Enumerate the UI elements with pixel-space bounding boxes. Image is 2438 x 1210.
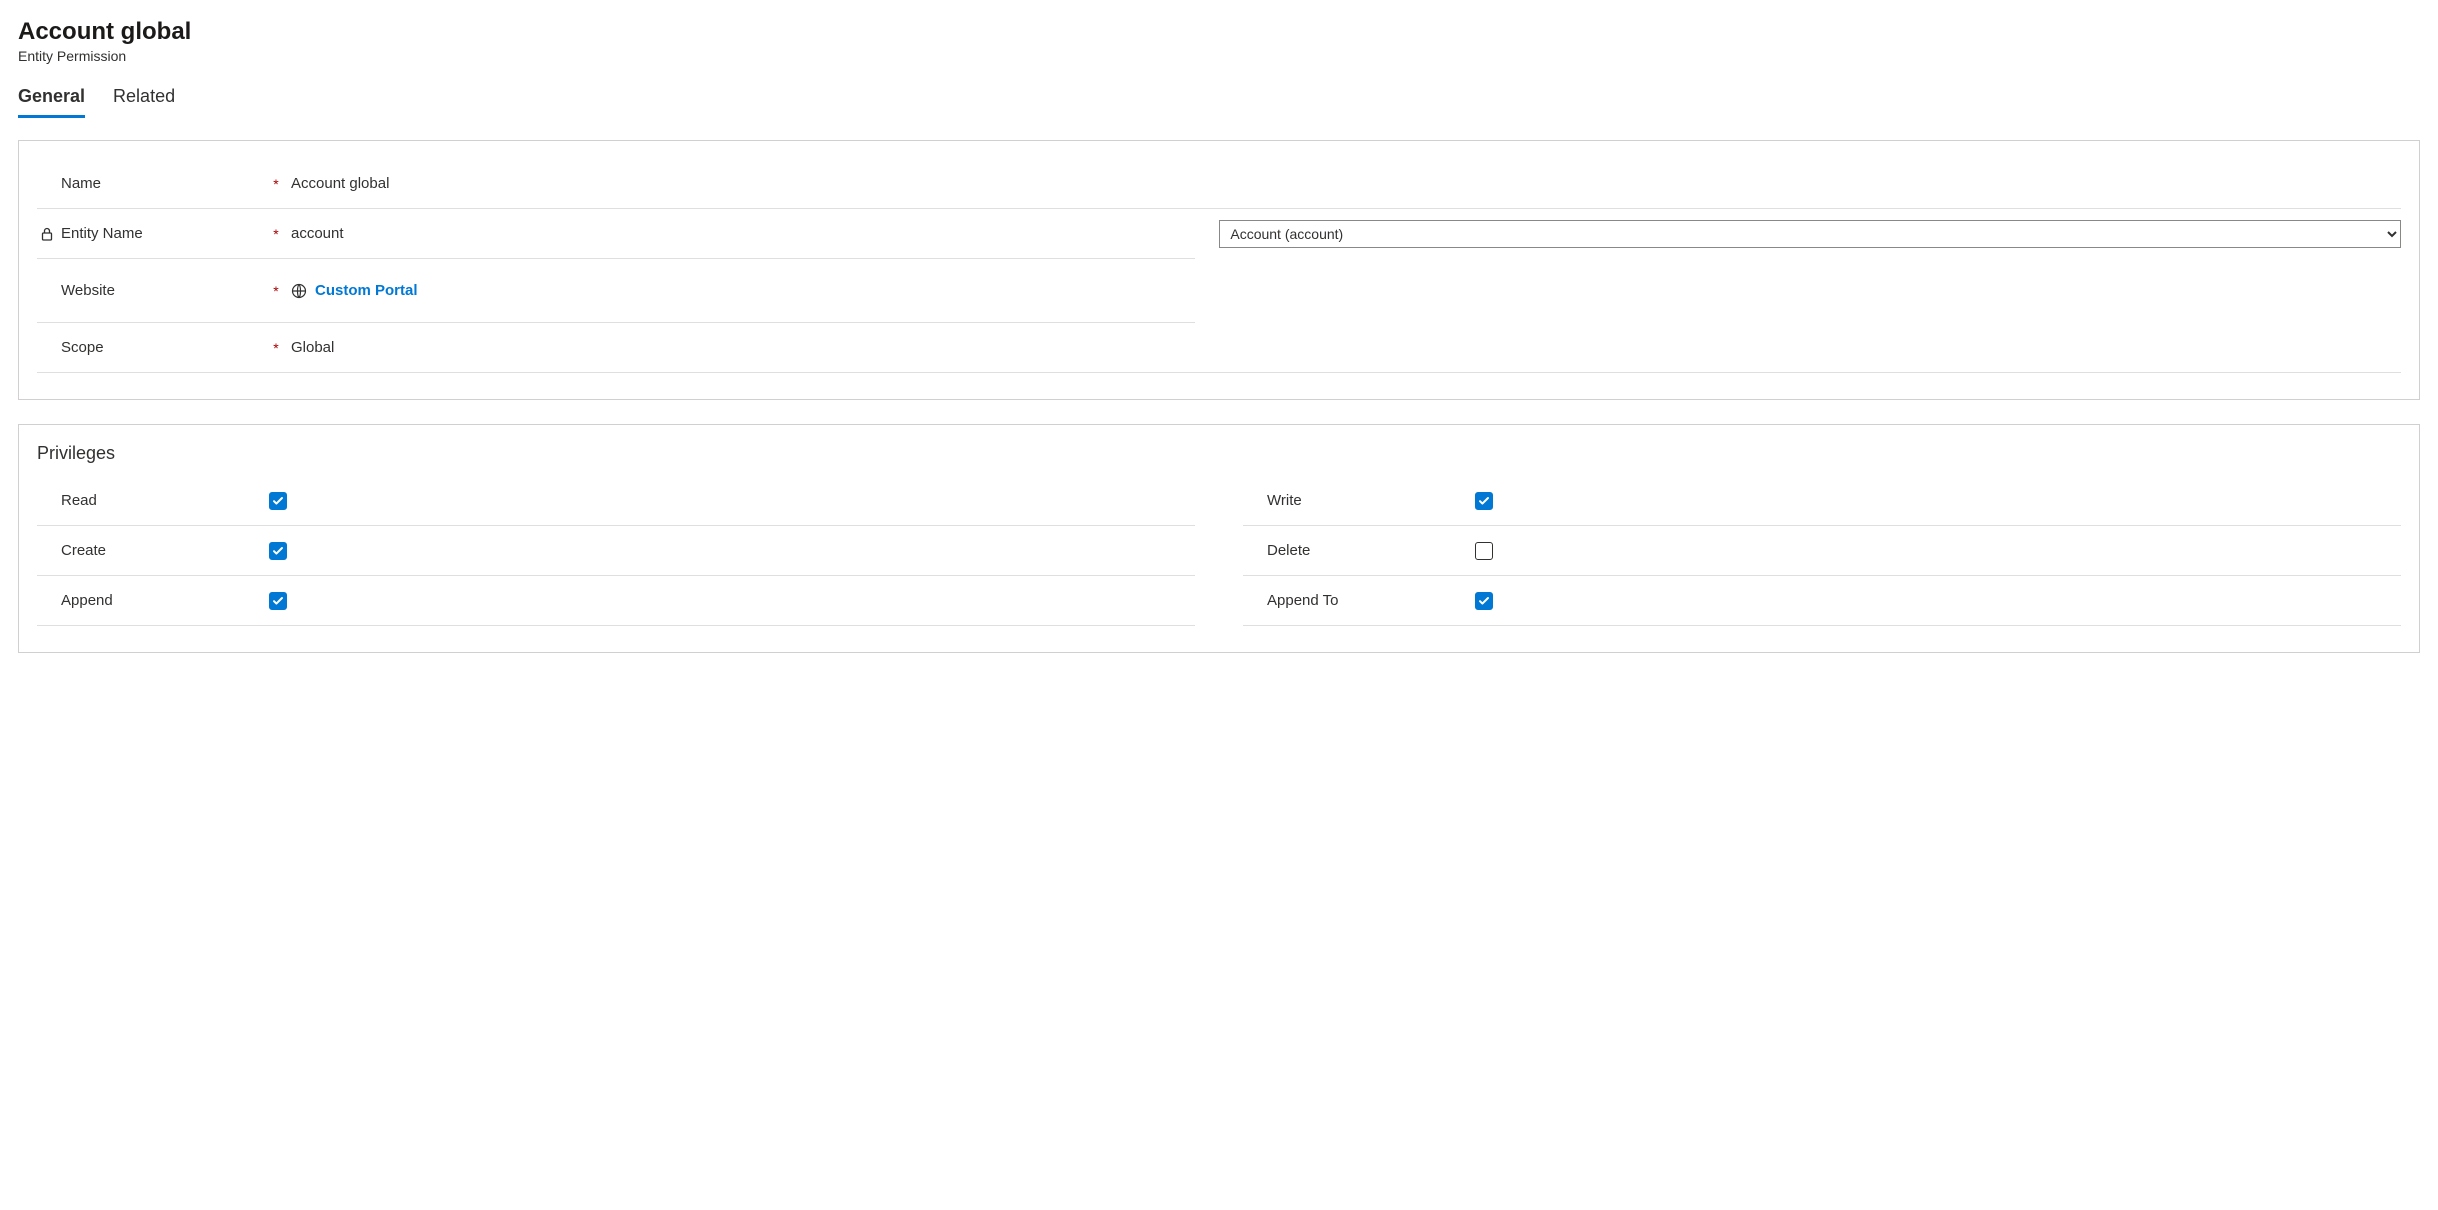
- tab-bar: General Related: [18, 82, 2420, 118]
- label-create: Create: [37, 542, 269, 559]
- page-title: Account global: [18, 18, 2420, 46]
- checkbox-read[interactable]: [269, 492, 287, 510]
- required-indicator: *: [269, 283, 283, 299]
- field-row-website: Website * Custom Portal: [37, 259, 1195, 323]
- label-scope: Scope: [61, 339, 104, 356]
- field-row-entity-name: Entity Name * account: [37, 209, 1195, 259]
- privilege-row-delete: Delete: [1243, 526, 2401, 576]
- value-name[interactable]: Account global: [291, 175, 1195, 192]
- privilege-row-append: Append: [37, 576, 1195, 626]
- lock-icon: [39, 226, 55, 242]
- tab-general[interactable]: General: [18, 82, 85, 118]
- checkbox-append[interactable]: [269, 592, 287, 610]
- globe-icon: [291, 283, 307, 299]
- privilege-row-create: Create: [37, 526, 1195, 576]
- checkbox-delete[interactable]: [1475, 542, 1493, 560]
- entity-type-label: Entity Permission: [18, 48, 2420, 64]
- checkbox-write[interactable]: [1475, 492, 1493, 510]
- required-indicator: *: [269, 340, 283, 356]
- tab-related[interactable]: Related: [113, 82, 175, 118]
- general-panel: Name * Account global Entity Name * acco…: [18, 140, 2420, 400]
- checkbox-create[interactable]: [269, 542, 287, 560]
- label-name: Name: [61, 175, 101, 192]
- privileges-title: Privileges: [37, 443, 2401, 464]
- privileges-panel: Privileges Read Create Append Write Dele…: [18, 424, 2420, 653]
- field-row-scope: Scope * Global: [37, 323, 2401, 373]
- checkbox-append-to[interactable]: [1475, 592, 1493, 610]
- field-row-name: Name * Account global: [37, 159, 2401, 209]
- required-indicator: *: [269, 226, 283, 242]
- entity-select[interactable]: Account (account): [1219, 220, 2401, 248]
- privilege-row-append-to: Append To: [1243, 576, 2401, 626]
- value-website[interactable]: Custom Portal: [291, 282, 1195, 299]
- value-entity-name[interactable]: account: [291, 225, 1195, 242]
- label-delete: Delete: [1243, 542, 1475, 559]
- label-read: Read: [37, 492, 269, 509]
- website-link-text: Custom Portal: [315, 282, 418, 299]
- value-scope[interactable]: Global: [291, 339, 1195, 356]
- label-append-to: Append To: [1243, 592, 1475, 609]
- label-write: Write: [1243, 492, 1475, 509]
- required-indicator: *: [269, 176, 283, 192]
- label-website: Website: [61, 282, 115, 299]
- privilege-row-read: Read: [37, 476, 1195, 526]
- label-entity-name: Entity Name: [61, 225, 143, 242]
- label-append: Append: [37, 592, 269, 609]
- privilege-row-write: Write: [1243, 476, 2401, 526]
